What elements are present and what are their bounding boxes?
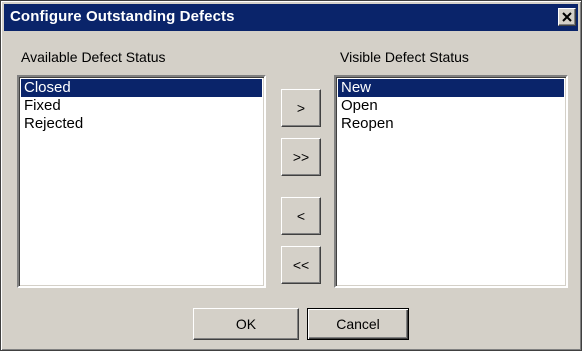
remove-all-button[interactable]: << [281, 246, 321, 284]
remove-all-label: << [292, 257, 310, 273]
list-item[interactable]: Open [338, 97, 564, 115]
add-selected-label: > [296, 100, 306, 116]
ok-label: OK [235, 316, 257, 332]
close-icon [562, 12, 572, 22]
list-item[interactable]: New [338, 79, 564, 97]
add-all-button[interactable]: >> [281, 138, 321, 176]
remove-selected-label: < [296, 208, 306, 224]
visible-status-label: Visible Defect Status [340, 49, 469, 65]
add-selected-button[interactable]: > [281, 89, 321, 127]
list-item[interactable]: Closed [21, 79, 262, 97]
close-button[interactable] [558, 8, 576, 26]
list-item[interactable]: Reopen [338, 115, 564, 133]
title-bar[interactable]: Configure Outstanding Defects [4, 4, 578, 31]
dialog-window: Configure Outstanding Defects Available … [0, 0, 582, 351]
dialog-title: Configure Outstanding Defects [10, 8, 235, 25]
available-status-label: Available Defect Status [21, 49, 166, 65]
available-status-list[interactable]: Closed Fixed Rejected [17, 75, 266, 288]
visible-status-list[interactable]: New Open Reopen [334, 75, 568, 288]
list-item[interactable]: Rejected [21, 115, 262, 133]
ok-button[interactable]: OK [193, 308, 299, 340]
list-item[interactable]: Fixed [21, 97, 262, 115]
remove-selected-button[interactable]: < [281, 197, 321, 235]
cancel-label: Cancel [336, 316, 380, 332]
cancel-button[interactable]: Cancel [307, 308, 409, 340]
add-all-label: >> [292, 149, 310, 165]
